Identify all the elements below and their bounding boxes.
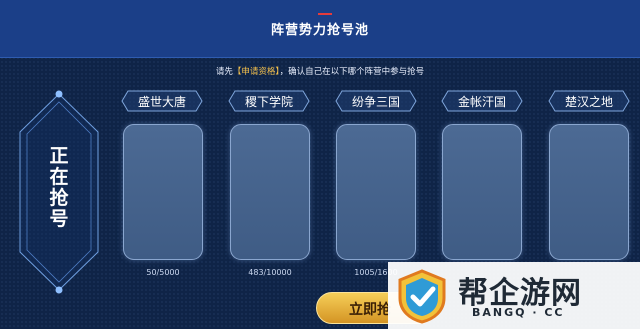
faction-name: 纷争三国 — [351, 95, 400, 109]
header-accent-line — [318, 13, 332, 15]
faction-card-three-kingdoms[interactable] — [336, 124, 416, 260]
faction-name: 楚汉之地 — [564, 95, 613, 109]
faction-name: 盛世大唐 — [137, 95, 186, 109]
faction-label-jixia: 稷下学院 — [228, 90, 310, 112]
faction-count: 50/5000 — [146, 268, 180, 277]
faction-label-chu-han: 楚汉之地 — [548, 90, 630, 112]
grabbing-status-text: 正在抢号 — [49, 145, 69, 230]
apply-qualification-link[interactable]: 【申请资格】 — [233, 67, 280, 77]
faction-card-chu-han[interactable] — [549, 124, 629, 260]
faction-name: 稷下学院 — [244, 95, 293, 109]
watermark: 帮企游网 BANGQ · CC — [388, 262, 640, 329]
faction-label-golden-horde: 金帐汗国 — [441, 90, 523, 112]
grab-now-label: 立即抢 — [349, 302, 391, 318]
instruction-suffix: ，确认自己在以下哪个阵营中参与抢号 — [279, 67, 425, 77]
faction-label-tang: 盛世大唐 — [121, 90, 203, 112]
faction-card-golden-horde[interactable] — [442, 124, 522, 260]
faction-label-three-kingdoms: 纷争三国 — [335, 90, 417, 112]
page-title: 阵营势力抢号池 — [270, 23, 369, 38]
faction-card-jixia[interactable] — [230, 124, 310, 260]
faction-count: 483/10000 — [248, 268, 292, 277]
header-bar: 阵营势力抢号池 — [0, 0, 640, 58]
faction-card-tang[interactable] — [123, 124, 203, 260]
instruction-text: 请先【申请资格】，确认自己在以下哪个阵营中参与抢号 — [0, 65, 640, 77]
status-panel: 正在抢号 — [10, 88, 108, 296]
watermark-url: BANGQ · CC — [472, 306, 565, 319]
shield-logo-icon — [398, 269, 446, 324]
faction-name: 金帐汗国 — [457, 95, 506, 109]
instruction-prefix: 请先 — [215, 67, 233, 77]
